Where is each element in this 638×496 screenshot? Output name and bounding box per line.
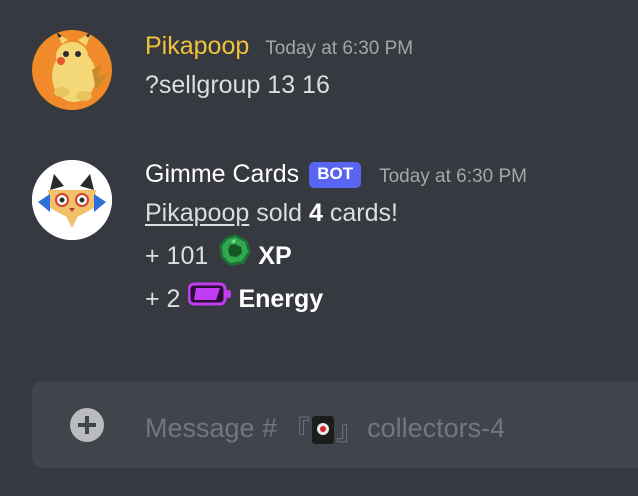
xp-line: + 101 XP <box>145 233 628 281</box>
message-gimme-cards: Gimme Cards BOT Today at 6:30 PM Pikapoo… <box>0 158 638 338</box>
purple-battery-icon <box>187 278 232 321</box>
message-content: ?sellgroup 13 16 <box>145 64 628 107</box>
xp-amount: + 101 <box>145 242 209 270</box>
message-pikapoop: Pikapoop Today at 6:30 PM ?sellgroup 13 … <box>0 30 638 120</box>
sold-suffix: cards! <box>322 199 398 227</box>
channel-open-bracket: 『 <box>283 416 311 446</box>
message-timestamp: Today at 6:30 PM <box>379 166 527 187</box>
gimme-cards-avatar-icon <box>32 160 112 240</box>
pikachu-avatar-icon <box>32 30 112 110</box>
username-gimme-cards[interactable]: Gimme Cards <box>145 160 299 189</box>
plus-circle-icon[interactable] <box>70 408 104 442</box>
avatar-pikapoop[interactable] <box>32 30 112 110</box>
energy-label: Energy <box>238 285 324 313</box>
energy-amount: + 2 <box>145 285 181 313</box>
user-mention[interactable]: Pikapoop <box>145 192 249 235</box>
bot-badge: BOT <box>309 162 362 188</box>
card-emoji-icon <box>312 415 335 444</box>
green-gem-icon <box>218 233 252 281</box>
channel-close-bracket: 』 <box>336 416 364 446</box>
message-text: ?sellgroup 13 16 <box>145 71 330 99</box>
channel-name: collectors-4 <box>367 413 506 443</box>
sold-prefix: sold <box>249 199 310 227</box>
placeholder-prefix: Message # <box>145 413 278 443</box>
avatar-gimme-cards[interactable] <box>32 160 112 240</box>
sold-line: Pikapoop sold 4 cards! <box>145 192 628 235</box>
message-timestamp: Today at 6:30 PM <box>265 38 414 59</box>
sold-count: 4 <box>309 199 323 227</box>
message-input-placeholder[interactable]: Message # 『 』 collectors-4 <box>145 409 505 448</box>
energy-line: + 2 Energy <box>145 278 628 321</box>
message-composer[interactable]: Message # 『 』 collectors-4 <box>32 381 638 468</box>
username-pikapoop[interactable]: Pikapoop <box>145 32 249 61</box>
xp-label: XP <box>258 242 292 270</box>
